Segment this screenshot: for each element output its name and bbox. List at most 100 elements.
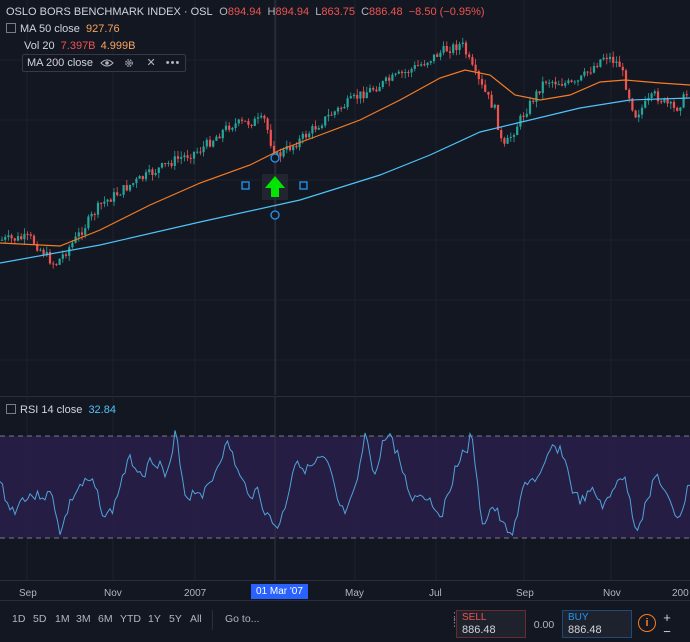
collapse-icon[interactable] xyxy=(6,23,16,33)
x-tick: 2007 xyxy=(184,588,207,599)
change-value: −8.50 (−0.95%) xyxy=(408,6,485,18)
timeframe-6m[interactable]: 6M xyxy=(98,613,113,625)
zoom-out-button[interactable]: − xyxy=(660,625,674,638)
candle-body xyxy=(176,156,180,159)
rsi-chart[interactable] xyxy=(0,397,690,580)
rsi-legend[interactable]: RSI 14 close 32.84 xyxy=(6,403,116,417)
candle-body xyxy=(4,237,7,240)
vol-legend[interactable]: Vol 20 7.397B 4.999B xyxy=(24,39,135,53)
sell-button[interactable]: SELL 886.48 xyxy=(456,610,526,638)
timeframe-1m[interactable]: 1M xyxy=(55,613,70,625)
candle-body xyxy=(426,62,429,66)
timeframe-3m[interactable]: 3M xyxy=(76,613,91,625)
candle-body xyxy=(618,61,621,67)
candle-body xyxy=(148,169,151,173)
candle-body xyxy=(599,59,602,67)
candle-body xyxy=(282,149,285,157)
symbol-name: OSLO BORS BENCHMARK INDEX · OSL xyxy=(6,6,213,18)
candle-body xyxy=(615,61,618,63)
buy-price: 886.48 xyxy=(568,624,602,636)
goto-button[interactable]: Go to... xyxy=(225,613,259,625)
candle-body xyxy=(464,42,468,55)
timeframe-5y[interactable]: 5Y xyxy=(169,613,182,625)
handle-bottom[interactable] xyxy=(270,210,280,220)
handle-top[interactable] xyxy=(270,153,280,163)
info-icon[interactable]: i xyxy=(638,614,656,632)
more-icon[interactable]: ••• xyxy=(165,56,181,70)
eye-icon[interactable] xyxy=(99,56,115,70)
time-axis[interactable]: Sep Nov 2007 May Jul Sep Nov 200 01 Mar … xyxy=(0,580,690,601)
close-icon[interactable]: ✕ xyxy=(143,56,159,70)
low-value: 863.75 xyxy=(321,6,355,18)
candle-body xyxy=(84,228,87,235)
candle-body xyxy=(596,66,599,68)
candle-body xyxy=(621,66,624,71)
collapse-icon[interactable] xyxy=(6,404,16,414)
candle-body xyxy=(445,46,448,52)
candle-body xyxy=(608,56,612,60)
candle-body xyxy=(644,100,647,108)
candle-body xyxy=(474,64,477,72)
candle-body xyxy=(167,163,170,165)
x-tick: Jul xyxy=(429,588,442,599)
candle-body xyxy=(416,65,420,67)
candle-body xyxy=(468,54,471,58)
candle-body xyxy=(512,135,516,137)
timeframe-all[interactable]: All xyxy=(190,613,202,625)
candle-body xyxy=(554,81,557,85)
candle-body xyxy=(660,101,663,103)
candle-body xyxy=(260,115,263,118)
candle-body xyxy=(535,91,538,102)
ma200-label: MA 200 close xyxy=(27,57,94,69)
buy-button[interactable]: BUY 886.48 xyxy=(562,610,632,638)
ma200-legend[interactable]: MA 200 close ✕ ••• xyxy=(22,54,187,72)
candle-body xyxy=(672,101,676,108)
candle-body xyxy=(151,169,154,175)
candle-body xyxy=(333,111,336,116)
zoom-in-button[interactable]: + xyxy=(660,611,674,624)
candle-body xyxy=(116,192,119,196)
candle-body xyxy=(128,184,132,191)
candle-body xyxy=(340,107,343,109)
candle-body xyxy=(356,94,359,99)
candle-body xyxy=(189,157,192,159)
handle-right[interactable] xyxy=(299,181,308,190)
sell-label: SELL xyxy=(462,612,487,623)
candle-body xyxy=(125,185,128,191)
candle-body xyxy=(679,107,682,111)
candle-body xyxy=(372,88,375,90)
ma50-legend[interactable]: MA 50 close 927.76 xyxy=(6,22,120,36)
x-tick: Sep xyxy=(516,588,534,599)
timeframe-5d[interactable]: 5D xyxy=(33,613,46,625)
gear-icon[interactable] xyxy=(121,56,137,70)
candle-body xyxy=(250,124,253,126)
drag-handle-icon[interactable]: ⋮ ⋮ xyxy=(449,612,460,629)
candle-body xyxy=(215,136,218,141)
candle-body xyxy=(240,119,244,121)
separator xyxy=(212,610,213,630)
candle-body xyxy=(228,125,231,130)
handle-left[interactable] xyxy=(241,181,250,190)
candle-body xyxy=(10,235,13,239)
timeframe-ytd[interactable]: YTD xyxy=(120,613,141,625)
candle-body xyxy=(64,254,68,256)
timeframe-1y[interactable]: 1Y xyxy=(148,613,161,625)
candle-body xyxy=(455,44,458,51)
candle-body xyxy=(7,235,10,238)
candle-body xyxy=(509,136,512,138)
candle-body xyxy=(29,234,32,236)
rsi-value: 32.84 xyxy=(88,404,116,416)
candle-body xyxy=(541,81,544,94)
candle-body xyxy=(138,176,141,179)
candle-body xyxy=(519,115,522,127)
candle-body xyxy=(231,127,234,130)
candle-body xyxy=(528,100,532,114)
candle-body xyxy=(234,123,237,128)
candle-body xyxy=(0,239,4,241)
candle-body xyxy=(378,87,381,92)
candle-body xyxy=(180,157,183,159)
candle-body xyxy=(605,57,608,60)
candle-body xyxy=(144,172,148,180)
timeframe-1d[interactable]: 1D xyxy=(12,613,25,625)
candle-body xyxy=(205,139,208,147)
